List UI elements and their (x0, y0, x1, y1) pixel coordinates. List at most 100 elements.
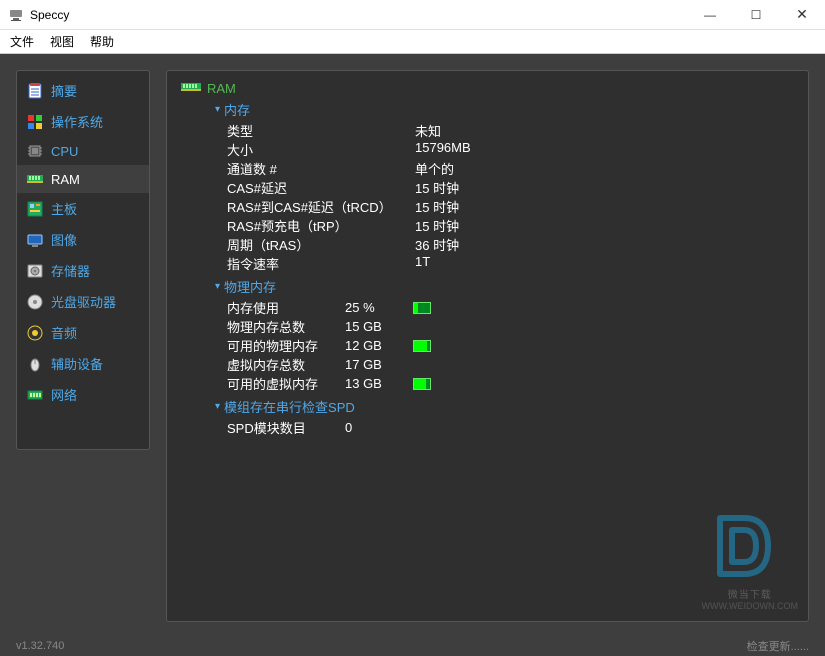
graphics-icon (27, 232, 43, 248)
sidebar-item-label: 辅助设备 (51, 354, 103, 373)
summary-icon (27, 83, 43, 99)
sidebar-item-mobo[interactable]: 主板 (17, 193, 149, 224)
window-buttons: — ☐ ✕ (687, 0, 825, 29)
memory-key: CAS#延迟 (215, 178, 415, 197)
sidebar-item-label: RAM (51, 172, 80, 187)
menu-file[interactable]: 文件 (10, 33, 34, 50)
subsection-spd-label: 模组存在串行检查SPD (224, 397, 355, 416)
memory-val: 15 时钟 (415, 216, 459, 235)
cpu-icon (27, 143, 43, 159)
statusbar: v1.32.740 检查更新...... (0, 636, 825, 656)
physical-row: 物理内存总数15 GB (215, 317, 794, 336)
status-update[interactable]: 检查更新...... (747, 638, 809, 654)
physical-row: 内存使用25 % (215, 298, 794, 317)
section-title-label: RAM (207, 81, 236, 96)
memory-key: 周期（tRAS） (215, 235, 415, 254)
network-icon (27, 387, 43, 403)
watermark: 微当下载 WWW.WEIDOWN.COM (702, 506, 798, 611)
memory-row: 周期（tRAS）36 时钟 (215, 235, 794, 254)
memory-val: 36 时钟 (415, 235, 459, 254)
sidebar-item-label: 图像 (51, 230, 77, 249)
memory-key: 大小 (215, 140, 415, 159)
expand-icon: ▾ (215, 104, 220, 115)
sidebar-item-ram[interactable]: RAM (17, 165, 149, 193)
memory-row: CAS#延迟15 时钟 (215, 178, 794, 197)
physical-val: 13 GB (345, 376, 409, 391)
titlebar: Speccy — ☐ ✕ (0, 0, 825, 30)
audio-icon (27, 325, 43, 341)
physical-val: 15 GB (345, 319, 409, 334)
sidebar-item-graphics[interactable]: 图像 (17, 224, 149, 255)
menubar: 文件 视图 帮助 (0, 30, 825, 54)
sidebar: 摘要操作系统 CPU RAM 主板图像存储器光盘驱动器音频辅助设备网络 (16, 70, 150, 450)
subsection-physical-label: 物理内存 (224, 277, 276, 296)
sidebar-item-label: CPU (51, 144, 78, 159)
client-area: 摘要操作系统 CPU RAM 主板图像存储器光盘驱动器音频辅助设备网络 RAM ▾ 内存… (0, 54, 825, 636)
menu-help[interactable]: 帮助 (90, 33, 114, 50)
sidebar-item-label: 操作系统 (51, 112, 103, 131)
spd-key: SPD模块数目 (215, 418, 345, 437)
os-icon (27, 114, 43, 130)
sidebar-item-os[interactable]: 操作系统 (17, 106, 149, 137)
spd-val: 0 (345, 420, 409, 435)
physical-key: 可用的物理内存 (215, 336, 345, 355)
physical-val: 25 % (345, 300, 409, 315)
memory-val: 未知 (415, 121, 441, 140)
memory-key: 通道数 # (215, 159, 415, 178)
ram-icon (27, 171, 43, 187)
sidebar-item-label: 音频 (51, 323, 77, 342)
sidebar-item-audio[interactable]: 音频 (17, 317, 149, 348)
sidebar-item-label: 摘要 (51, 81, 77, 100)
sidebar-item-optical[interactable]: 光盘驱动器 (17, 286, 149, 317)
expand-icon: ▾ (215, 401, 220, 412)
memory-val: 15796MB (415, 140, 471, 159)
peripherals-icon (27, 356, 43, 372)
subsection-spd[interactable]: ▾ 模组存在串行检查SPD (215, 397, 794, 416)
sidebar-item-cpu[interactable]: CPU (17, 137, 149, 165)
minimize-button[interactable]: — (687, 0, 733, 29)
sidebar-item-summary[interactable]: 摘要 (17, 75, 149, 106)
memory-val: 15 时钟 (415, 178, 459, 197)
watermark-url: WWW.WEIDOWN.COM (702, 601, 798, 611)
maximize-button[interactable]: ☐ (733, 0, 779, 29)
usage-bar (413, 378, 431, 390)
sidebar-item-network[interactable]: 网络 (17, 379, 149, 410)
sidebar-item-peripherals[interactable]: 辅助设备 (17, 348, 149, 379)
sidebar-item-label: 网络 (51, 385, 77, 404)
memory-val: 1T (415, 254, 430, 273)
usage-bar (413, 302, 431, 314)
mobo-icon (27, 201, 43, 217)
app-icon (8, 7, 24, 23)
memory-key: RAS#到CAS#延迟（tRCD） (215, 197, 415, 216)
memory-row: 指令速率1T (215, 254, 794, 273)
section-title-ram[interactable]: RAM (181, 81, 794, 96)
optical-icon (27, 294, 43, 310)
window-title: Speccy (30, 8, 687, 22)
menu-view[interactable]: 视图 (50, 33, 74, 50)
watermark-text: 微当下载 (702, 586, 798, 601)
subsection-physical[interactable]: ▾物理内存 (215, 277, 794, 296)
memory-val: 单个的 (415, 159, 454, 178)
sidebar-item-label: 主板 (51, 199, 77, 218)
physical-key: 虚拟内存总数 (215, 355, 345, 374)
physical-val: 12 GB (345, 338, 409, 353)
sidebar-item-label: 存储器 (51, 261, 90, 280)
physical-row: 虚拟内存总数17 GB (215, 355, 794, 374)
physical-key: 可用的虚拟内存 (215, 374, 345, 393)
close-button[interactable]: ✕ (779, 0, 825, 29)
sidebar-item-storage[interactable]: 存储器 (17, 255, 149, 286)
content-panel: RAM ▾ 内存 类型未知大小15796MB通道数 #单个的CAS#延迟15 时钟… (166, 70, 809, 622)
subsection-memory-label: 内存 (224, 100, 250, 119)
memory-key: 类型 (215, 121, 415, 140)
memory-key: 指令速率 (215, 254, 415, 273)
memory-row: 类型未知 (215, 121, 794, 140)
physical-row: 可用的物理内存12 GB (215, 336, 794, 355)
status-version: v1.32.740 (16, 640, 747, 652)
memory-key: RAS#预充电（tRP） (215, 216, 415, 235)
ram-icon (181, 81, 201, 96)
memory-val: 15 时钟 (415, 197, 459, 216)
sidebar-item-label: 光盘驱动器 (51, 292, 116, 311)
memory-row: 大小15796MB (215, 140, 794, 159)
subsection-memory[interactable]: ▾ 内存 (215, 100, 794, 119)
spd-row: SPD模块数目 0 (215, 418, 794, 437)
